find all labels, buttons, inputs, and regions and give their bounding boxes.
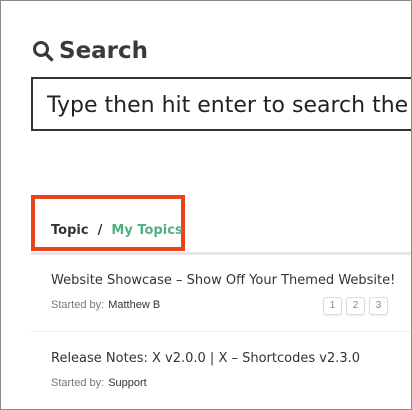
page-button-3[interactable]: 3 [369, 297, 388, 315]
search-input[interactable] [47, 87, 411, 123]
topic-author-link[interactable]: Support [108, 377, 147, 389]
search-title: Search [59, 38, 149, 64]
started-by-label: Started by: [51, 377, 105, 389]
row-separator [31, 331, 411, 332]
search-icon [32, 40, 54, 62]
topic-title-link[interactable]: Release Notes: X v2.0.0 | X – Shortcodes… [51, 351, 411, 366]
topic-label: Topic [51, 223, 89, 238]
topic-author-link[interactable]: Matthew B [108, 299, 160, 311]
started-by-label: Started by: [51, 299, 105, 311]
breadcrumb-separator: / [93, 223, 107, 238]
topic-row: Release Notes: X v2.0.0 | X – Shortcodes… [51, 351, 411, 389]
topic-title-link[interactable]: Website Showcase – Show Off Your Themed … [51, 273, 411, 288]
topic-meta: Started by: Support [51, 377, 411, 389]
my-topics-link[interactable]: My Topics [111, 223, 182, 238]
topic-breadcrumb: Topic / My Topics [51, 223, 183, 238]
topic-header-highlight: Topic / My Topics [31, 195, 185, 251]
search-heading: Search [32, 37, 148, 65]
search-box[interactable] [31, 77, 411, 131]
header-divider [31, 252, 411, 255]
page-button-1[interactable]: 1 [323, 297, 342, 315]
topic-pagination: 1 2 3 [323, 297, 392, 315]
page-button-2[interactable]: 2 [346, 297, 365, 315]
page-frame: Search Topic / My Topics Website Showcas… [0, 0, 412, 410]
